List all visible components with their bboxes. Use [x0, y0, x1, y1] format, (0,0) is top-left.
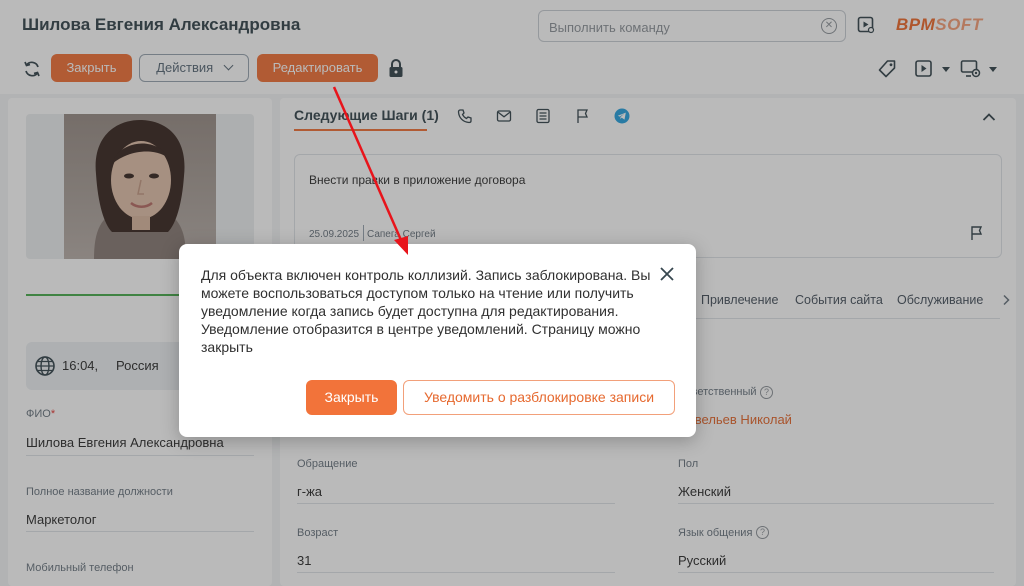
notify-unlock-button[interactable]: Уведомить о разблокировке записи	[403, 380, 675, 415]
close-icon[interactable]	[659, 266, 675, 282]
collision-dialog: Для объекта включен контроль коллизий. З…	[179, 244, 696, 437]
dialog-close-button[interactable]: Закрыть	[306, 380, 397, 415]
dialog-message: Для объекта включен контроль коллизий. З…	[201, 267, 651, 355]
